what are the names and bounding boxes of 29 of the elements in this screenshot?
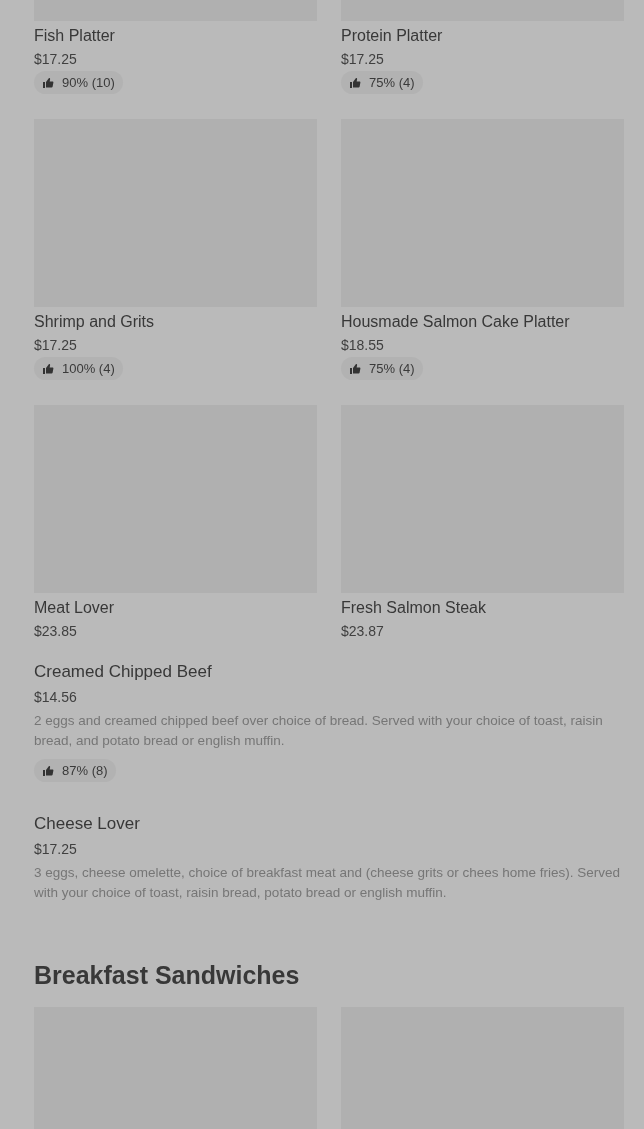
rating-text: 100% (4) — [62, 359, 115, 378]
item-description: 3 eggs, cheese omelette, choice of breakfast meat and (cheese grits or chees home fries). Served with your choice of toast, raisin bread, potato bread or english muffin. — [34, 864, 622, 902]
item-title[interactable]: Creamed Chipped Beef — [34, 660, 624, 684]
item-price: $17.25 — [341, 50, 385, 69]
item-title[interactable]: Protein Platter — [341, 25, 624, 47]
item-title[interactable]: Fresh Salmon Steak — [341, 597, 624, 619]
item-price: $17.25 — [34, 50, 78, 69]
item-price: $17.25 — [34, 336, 78, 355]
item-title[interactable]: Cheese Lover — [34, 812, 624, 836]
item-price: $18.55 — [341, 336, 385, 355]
thumbs-up-icon — [42, 76, 54, 89]
thumbs-up-icon — [349, 362, 361, 375]
item-price: $14.56 — [34, 688, 78, 707]
rating-text: 90% (10) — [62, 73, 115, 92]
thumbs-up-icon — [42, 362, 54, 375]
item-title[interactable]: Fish Platter — [34, 25, 317, 47]
item-price: $17.25 — [34, 840, 78, 859]
item-title[interactable]: Shrimp and Grits — [34, 311, 317, 333]
item-title[interactable]: Housmade Salmon Cake Platter — [341, 311, 624, 333]
item-price: $23.85 — [34, 622, 78, 641]
item-description: 2 eggs and creamed chipped beef over choice of bread. Served with your choice of toast, raisin bread, and potato bread or english muffin. — [34, 712, 604, 750]
item-price: $23.87 — [341, 622, 385, 641]
rating-text: 75% (4) — [369, 73, 415, 92]
thumbs-up-icon — [42, 764, 54, 777]
rating-text: 75% (4) — [369, 359, 415, 378]
thumbs-up-icon — [349, 76, 361, 89]
item-title[interactable]: Meat Lover — [34, 597, 317, 619]
section-heading: Breakfast Sandwiches — [34, 960, 301, 991]
rating-text: 87% (8) — [62, 761, 108, 780]
